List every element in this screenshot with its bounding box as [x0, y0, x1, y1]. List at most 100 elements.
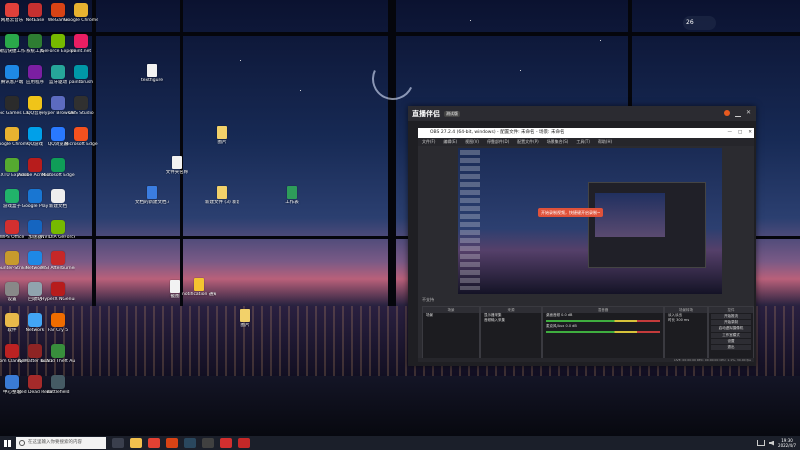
file-explorer-taskbar-icon[interactable] [130, 438, 142, 448]
desktop-icon[interactable]: Microsoft Edge [41, 158, 75, 178]
preview-canvas[interactable]: 开始录制视频，快捷键开启录制~ [458, 148, 722, 294]
exit-button[interactable]: 退出 [711, 345, 751, 351]
status-bar: LIVE: 00:00:00 REC: 00:00:00 CPU: 1.1%, … [418, 358, 754, 362]
virtual-camera-button[interactable]: 启动虚拟摄像机 [711, 326, 751, 332]
clock[interactable]: 19:30 2022/4/7 [778, 438, 796, 448]
close-icon[interactable]: ✕ [746, 110, 752, 116]
icon-label: 图片 [217, 140, 227, 145]
file-icon [240, 309, 250, 322]
app-icon [5, 189, 19, 203]
studio-mode-button[interactable]: 工作室模式 [711, 332, 751, 338]
desktop-file[interactable]: 图片 [205, 126, 239, 145]
steam-taskbar-icon[interactable] [184, 438, 196, 448]
app-icon [28, 251, 42, 265]
desktop-icon[interactable]: paintbrush [64, 65, 98, 85]
clock-date: 2022/4/7 [778, 443, 796, 448]
volume-icon[interactable] [769, 440, 775, 446]
desktop-icon[interactable]: OBS Studio [64, 96, 98, 116]
desktop-icon[interactable]: MSI Afterburner [41, 251, 75, 271]
app-icon [51, 34, 65, 48]
desktop-icon[interactable]: NVIDIA GeForce [41, 220, 75, 240]
menu-item[interactable]: 场景集合(S) [547, 138, 569, 146]
avatar[interactable] [724, 110, 730, 116]
start-streaming-button[interactable]: 开始推流 [711, 314, 751, 320]
weather-temp: 26 [686, 19, 694, 26]
icon-label: Far Cry 5 [47, 328, 69, 333]
obs-window[interactable]: OBS 27.2.4 (64-bit, windows) - 配置文件: 未命名… [418, 128, 754, 362]
transitions-dock[interactable]: 场景转场 淡入淡出 时长 300 ms [664, 306, 708, 360]
volume-meter[interactable] [546, 320, 660, 322]
settings-button[interactable]: 设置 [711, 338, 751, 345]
icon-label: Google Chrome [64, 18, 98, 23]
volume-meter[interactable] [546, 331, 660, 333]
mixer-dock[interactable]: 混音器 桌面音频 0.0 dB 麦克风/Aux 0.0 dB [542, 306, 664, 360]
sources-dock[interactable]: 来源 显示器采集 音频输入采集 [480, 306, 542, 360]
scene-item[interactable]: 场景 [423, 313, 479, 318]
menu-item[interactable]: 停靠部件(D) [487, 138, 509, 146]
desktop-file[interactable]: 图片 [228, 309, 262, 328]
menu-item[interactable]: 配置文件(P) [517, 138, 539, 146]
window-frame [180, 0, 183, 356]
desktop-icon[interactable]: HyperX NGenuity [41, 282, 75, 302]
app-icon [74, 96, 88, 110]
task-view-taskbar-icon[interactable] [112, 438, 124, 448]
desktop-wallpaper: 26 直播伴侣 测试版 ✕ OBS 27.2.4 (64-bit, window… [0, 0, 800, 436]
desktop-file[interactable]: textfigure [135, 64, 169, 83]
desktop-icon[interactable]: Microsoft Edge [64, 127, 98, 147]
desktop-file[interactable]: notification 通知 [182, 278, 216, 297]
minimize-icon[interactable] [735, 110, 741, 117]
controls-dock[interactable]: 控件 开始推流 开始录制 启动虚拟摄像机 工作室模式 设置 退出 [708, 306, 754, 360]
app-icon [28, 344, 42, 358]
desktop-icon[interactable]: paint.net [64, 34, 98, 54]
desktop-icon[interactable]: Google Chrome [64, 3, 98, 23]
app-icon [5, 34, 19, 48]
desktop-icon[interactable]: 新建文档 [41, 189, 75, 209]
app-icon [28, 282, 42, 296]
menu-item[interactable]: 帮助(H) [598, 138, 612, 146]
desktop-file[interactable]: 文件夹名称 [160, 156, 194, 175]
channel-level: 0.0 dB [565, 324, 577, 328]
duration-input[interactable]: 300 ms [676, 318, 689, 322]
desktop-icon[interactable]: Far Cry 5 [41, 313, 75, 333]
scenes-dock[interactable]: 场景 场景 [422, 306, 480, 360]
desktop-file[interactable]: 新建文件 (3) 新建文本 [205, 186, 239, 205]
obs-host-window[interactable]: 直播伴侣 测试版 ✕ OBS 27.2.4 (64-bit, windows) … [408, 106, 756, 366]
wps-taskbar-icon[interactable] [220, 438, 232, 448]
start-button[interactable] [0, 436, 14, 450]
nested-preview [588, 182, 706, 268]
close-button[interactable]: ✕ [748, 128, 752, 138]
app-icon [5, 65, 19, 79]
desktop-icon[interactable]: Battlefield [41, 375, 75, 395]
host-titlebar: 直播伴侣 测试版 ✕ [408, 106, 756, 121]
wegame-taskbar-icon[interactable] [166, 438, 178, 448]
file-icon [170, 280, 180, 293]
weather-widget[interactable]: 26 [683, 16, 716, 30]
app-icon [74, 3, 88, 17]
app-icon [28, 158, 42, 172]
app-icon [28, 220, 42, 234]
menu-item[interactable]: 视图(V) [465, 138, 479, 146]
minimize-button[interactable]: — [727, 128, 732, 138]
netease-taskbar-icon[interactable] [238, 438, 250, 448]
obs-taskbar-icon[interactable] [202, 438, 214, 448]
icon-label: 新建文档 [49, 204, 67, 209]
icon-label: Battlefield [46, 390, 70, 395]
network-icon[interactable] [757, 440, 766, 446]
icon-label: Microsoft Edge [41, 173, 75, 178]
menu-item[interactable]: 编辑(E) [443, 138, 457, 146]
source-item[interactable]: 音频输入采集 [481, 318, 541, 323]
app-icon [5, 3, 19, 17]
menu-item[interactable]: 工具(T) [576, 138, 590, 146]
start-recording-button[interactable]: 开始录制 [711, 320, 751, 326]
menu-item[interactable]: 文件(F) [422, 138, 435, 146]
desktop-icon[interactable]: Grand Theft Auto V [41, 344, 75, 364]
chrome-taskbar-icon[interactable] [148, 438, 160, 448]
maximize-button[interactable]: □ [738, 128, 742, 138]
dock-title: 控件 [709, 307, 753, 313]
desktop-file[interactable]: 文档的新建文档.docx [135, 186, 169, 205]
app-icon [28, 34, 42, 48]
search-input[interactable]: 在这里输入你要搜索的内容 [16, 437, 106, 449]
window-title: OBS 27.2.4 (64-bit, windows) - 配置文件: 未命名… [430, 130, 565, 135]
desktop-file[interactable]: 工作表 [275, 186, 309, 205]
app-icon [28, 189, 42, 203]
